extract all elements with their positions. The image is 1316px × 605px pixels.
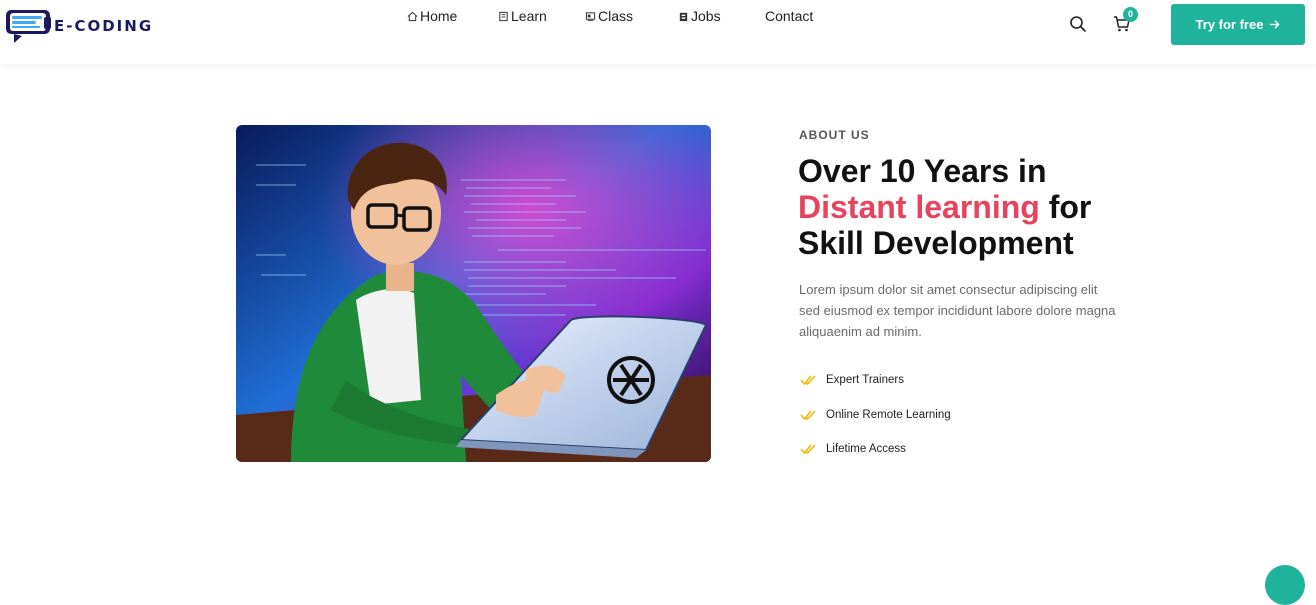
double-check-icon	[800, 444, 816, 455]
jobs-icon	[679, 12, 688, 21]
headline-accent: Distant learning	[798, 189, 1040, 225]
feature-item: Expert Trainers	[800, 363, 951, 398]
headline-line1: Over 10 Years in	[798, 153, 1047, 189]
arrow-right-icon	[1270, 20, 1281, 29]
nav-contact-label: Contact	[765, 8, 814, 24]
feature-label: Expert Trainers	[826, 374, 904, 387]
nav-jobs[interactable]: Jobs	[678, 8, 721, 24]
site-header: E-CODING Home Learn Class Jobs Contact 0	[0, 0, 1316, 64]
feature-item: Online Remote Learning	[800, 398, 951, 433]
double-check-icon	[800, 410, 816, 420]
class-icon	[585, 11, 596, 21]
feature-list: Expert Trainers Online Remote Learning L…	[800, 363, 951, 467]
about-description: Lorem ipsum dolor sit amet consectur adi…	[799, 282, 1116, 339]
section-label: ABOUT US	[799, 128, 870, 142]
double-check-icon	[800, 375, 816, 386]
nav-class[interactable]: Class	[585, 8, 633, 24]
developer-illustration	[236, 125, 711, 462]
hero-illustration	[236, 125, 711, 462]
nav-home-label: Home	[420, 8, 458, 24]
feature-item: Lifetime Access	[800, 432, 951, 467]
book-icon	[499, 11, 508, 21]
nav-class-label: Class	[598, 8, 634, 24]
brand-name: E-CODING	[54, 17, 154, 35]
headline-line3: Skill Development	[798, 225, 1074, 261]
home-icon	[407, 11, 418, 21]
search-icon[interactable]	[1069, 15, 1087, 33]
brand-logo[interactable]: E-CODING	[4, 6, 153, 46]
nav-learn[interactable]: Learn	[498, 8, 547, 24]
nav-jobs-label: Jobs	[691, 8, 721, 24]
nav-home[interactable]: Home	[407, 8, 457, 24]
try-for-free-label: Try for free	[1195, 17, 1264, 32]
feature-label: Online Remote Learning	[826, 408, 951, 421]
cart-count-badge: 0	[1123, 7, 1138, 22]
floating-action-button[interactable]	[1265, 565, 1305, 605]
nav-learn-label: Learn	[511, 8, 547, 24]
headline-after-accent: for	[1039, 189, 1092, 225]
try-for-free-button[interactable]: Try for free	[1171, 4, 1305, 45]
about-headline: Over 10 Years in Distant learning for Sk…	[798, 153, 1128, 261]
logo-icon	[6, 10, 51, 43]
feature-label: Lifetime Access	[826, 443, 906, 456]
nav-contact[interactable]: Contact	[765, 8, 813, 24]
